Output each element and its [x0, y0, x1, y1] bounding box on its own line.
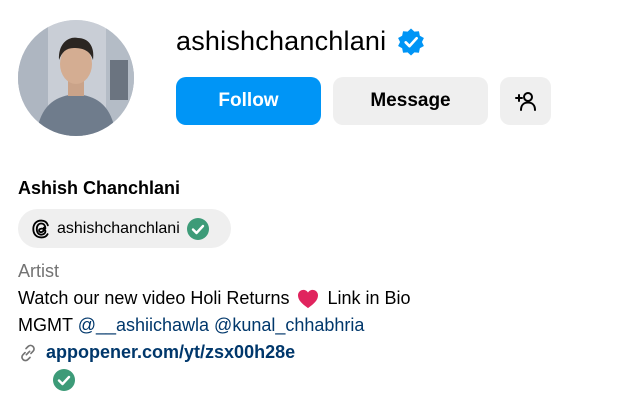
mention-link[interactable]: @kunal_chhabhria: [214, 315, 364, 335]
add-user-button[interactable]: [500, 77, 551, 125]
bio-mgmt: MGMT: [18, 315, 73, 335]
message-button[interactable]: Message: [333, 77, 488, 125]
bio-text-after: Link in Bio: [327, 288, 411, 308]
check-icon: [186, 217, 209, 240]
threads-icon: [32, 219, 49, 238]
bio-line-1: Watch our new video Holi Returns Link in…: [18, 288, 411, 309]
username-row: ashishchanchlani: [176, 26, 426, 57]
heart-icon: [298, 289, 319, 308]
avatar[interactable]: [18, 20, 134, 136]
add-user-icon: [514, 92, 536, 111]
link-url: appopener.com/yt/zsx00h28e: [46, 342, 296, 362]
follow-button[interactable]: Follow: [176, 77, 321, 125]
link-icon: [21, 344, 35, 361]
username: ashishchanchlani: [176, 26, 387, 56]
avatar-photo: [18, 20, 134, 136]
bio-text: Watch our new video Holi Returns: [18, 288, 290, 308]
verified-badge-icon: [398, 28, 425, 55]
mention-link[interactable]: @__ashiichawla: [78, 315, 209, 335]
external-link[interactable]: appopener.com/yt/zsx00h28e: [18, 342, 295, 363]
check-icon: [53, 369, 75, 391]
threads-badge-link[interactable]: ashishchanchlani: [18, 209, 231, 248]
bio-line-2: MGMT @__ashiichawla @kunal_chhabhria: [18, 315, 364, 336]
threads-handle: ashishchanchlani: [57, 219, 180, 237]
profile-category: Artist: [18, 261, 60, 281]
full-name: Ashish Chanchlani: [18, 178, 181, 198]
